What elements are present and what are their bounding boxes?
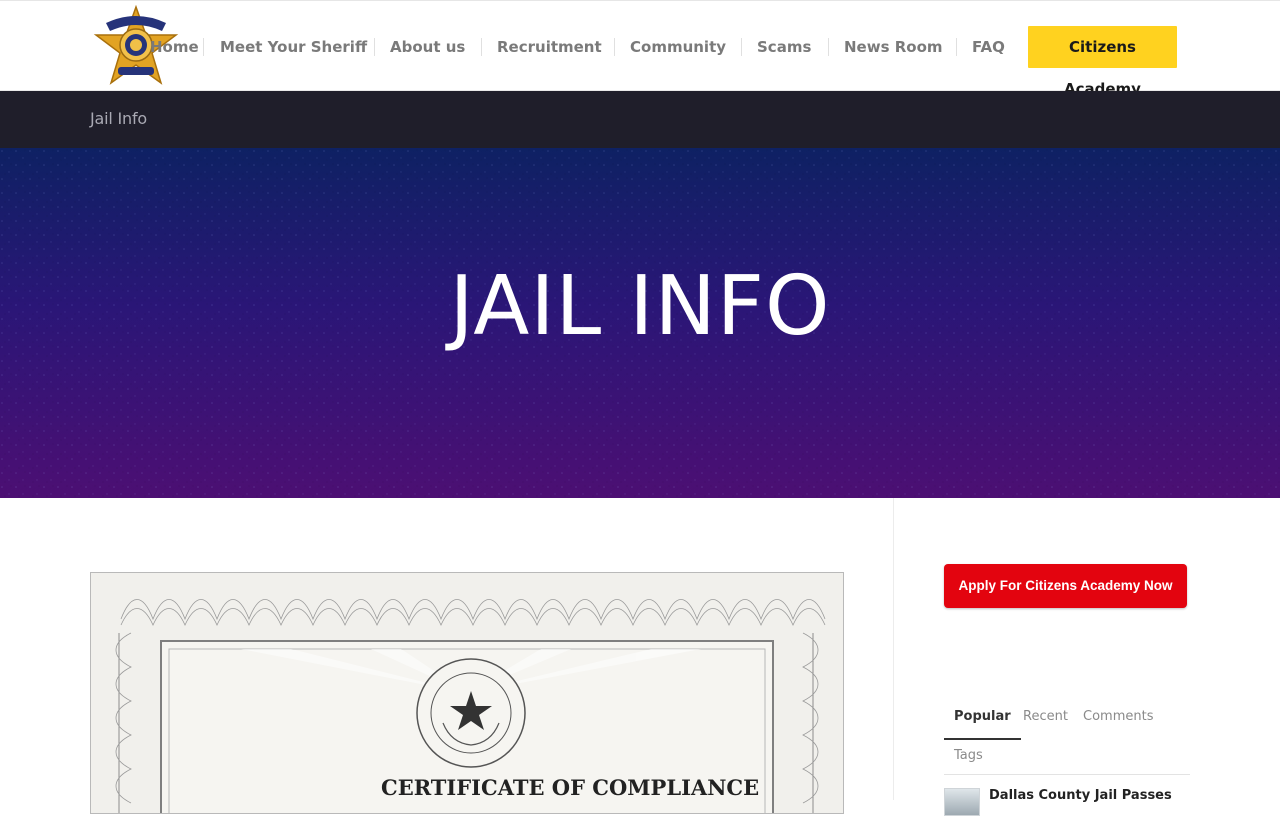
- certificate-image: CERTIFICATE OF COMPLIANCE: [90, 572, 844, 814]
- sidebar-divider: [893, 498, 894, 800]
- nav-community[interactable]: Community: [630, 34, 726, 60]
- nav-about-us[interactable]: About us: [390, 34, 465, 60]
- nav-home[interactable]: Home: [150, 34, 199, 60]
- page-title: JAIL INFO: [449, 259, 831, 354]
- nav-faq[interactable]: FAQ: [972, 34, 1005, 60]
- nav-separator: [741, 38, 742, 56]
- breadcrumb[interactable]: Jail Info: [90, 109, 147, 128]
- site-header: Home Meet Your Sheriff About us Recruitm…: [0, 0, 1280, 98]
- nav-separator: [203, 38, 204, 56]
- tab-popular[interactable]: Popular: [944, 706, 1021, 740]
- tab-comments[interactable]: Comments: [1083, 706, 1153, 738]
- breadcrumb-bar: Jail Info: [0, 91, 1280, 148]
- nav-separator: [374, 38, 375, 56]
- tab-tags[interactable]: Tags: [954, 748, 983, 763]
- citizens-academy-button[interactable]: Citizens Academy: [1028, 26, 1177, 98]
- nav-recruitment[interactable]: Recruitment: [497, 34, 602, 60]
- nav-meet-your-sheriff[interactable]: Meet Your Sheriff: [220, 34, 367, 60]
- tabs-underline: [944, 774, 1190, 775]
- nav-separator: [828, 38, 829, 56]
- nav-scams[interactable]: Scams: [757, 34, 811, 60]
- apply-citizens-academy-button[interactable]: Apply For Citizens Academy Now: [944, 564, 1187, 608]
- nav-news-room[interactable]: News Room: [844, 34, 943, 60]
- nav-separator: [481, 38, 482, 56]
- popular-post-link[interactable]: Dallas County Jail Passes: [989, 788, 1172, 803]
- tab-recent[interactable]: Recent: [1023, 706, 1068, 738]
- hero-banner: JAIL INFO: [0, 148, 1280, 498]
- certificate-graphic: CERTIFICATE OF COMPLIANCE: [91, 573, 843, 813]
- popular-post-thumbnail[interactable]: [944, 788, 980, 816]
- certificate-heading: CERTIFICATE OF COMPLIANCE: [381, 775, 759, 800]
- nav-separator: [614, 38, 615, 56]
- main-content: CERTIFICATE OF COMPLIANCE Apply For Citi…: [0, 498, 1280, 816]
- nav-separator: [956, 38, 957, 56]
